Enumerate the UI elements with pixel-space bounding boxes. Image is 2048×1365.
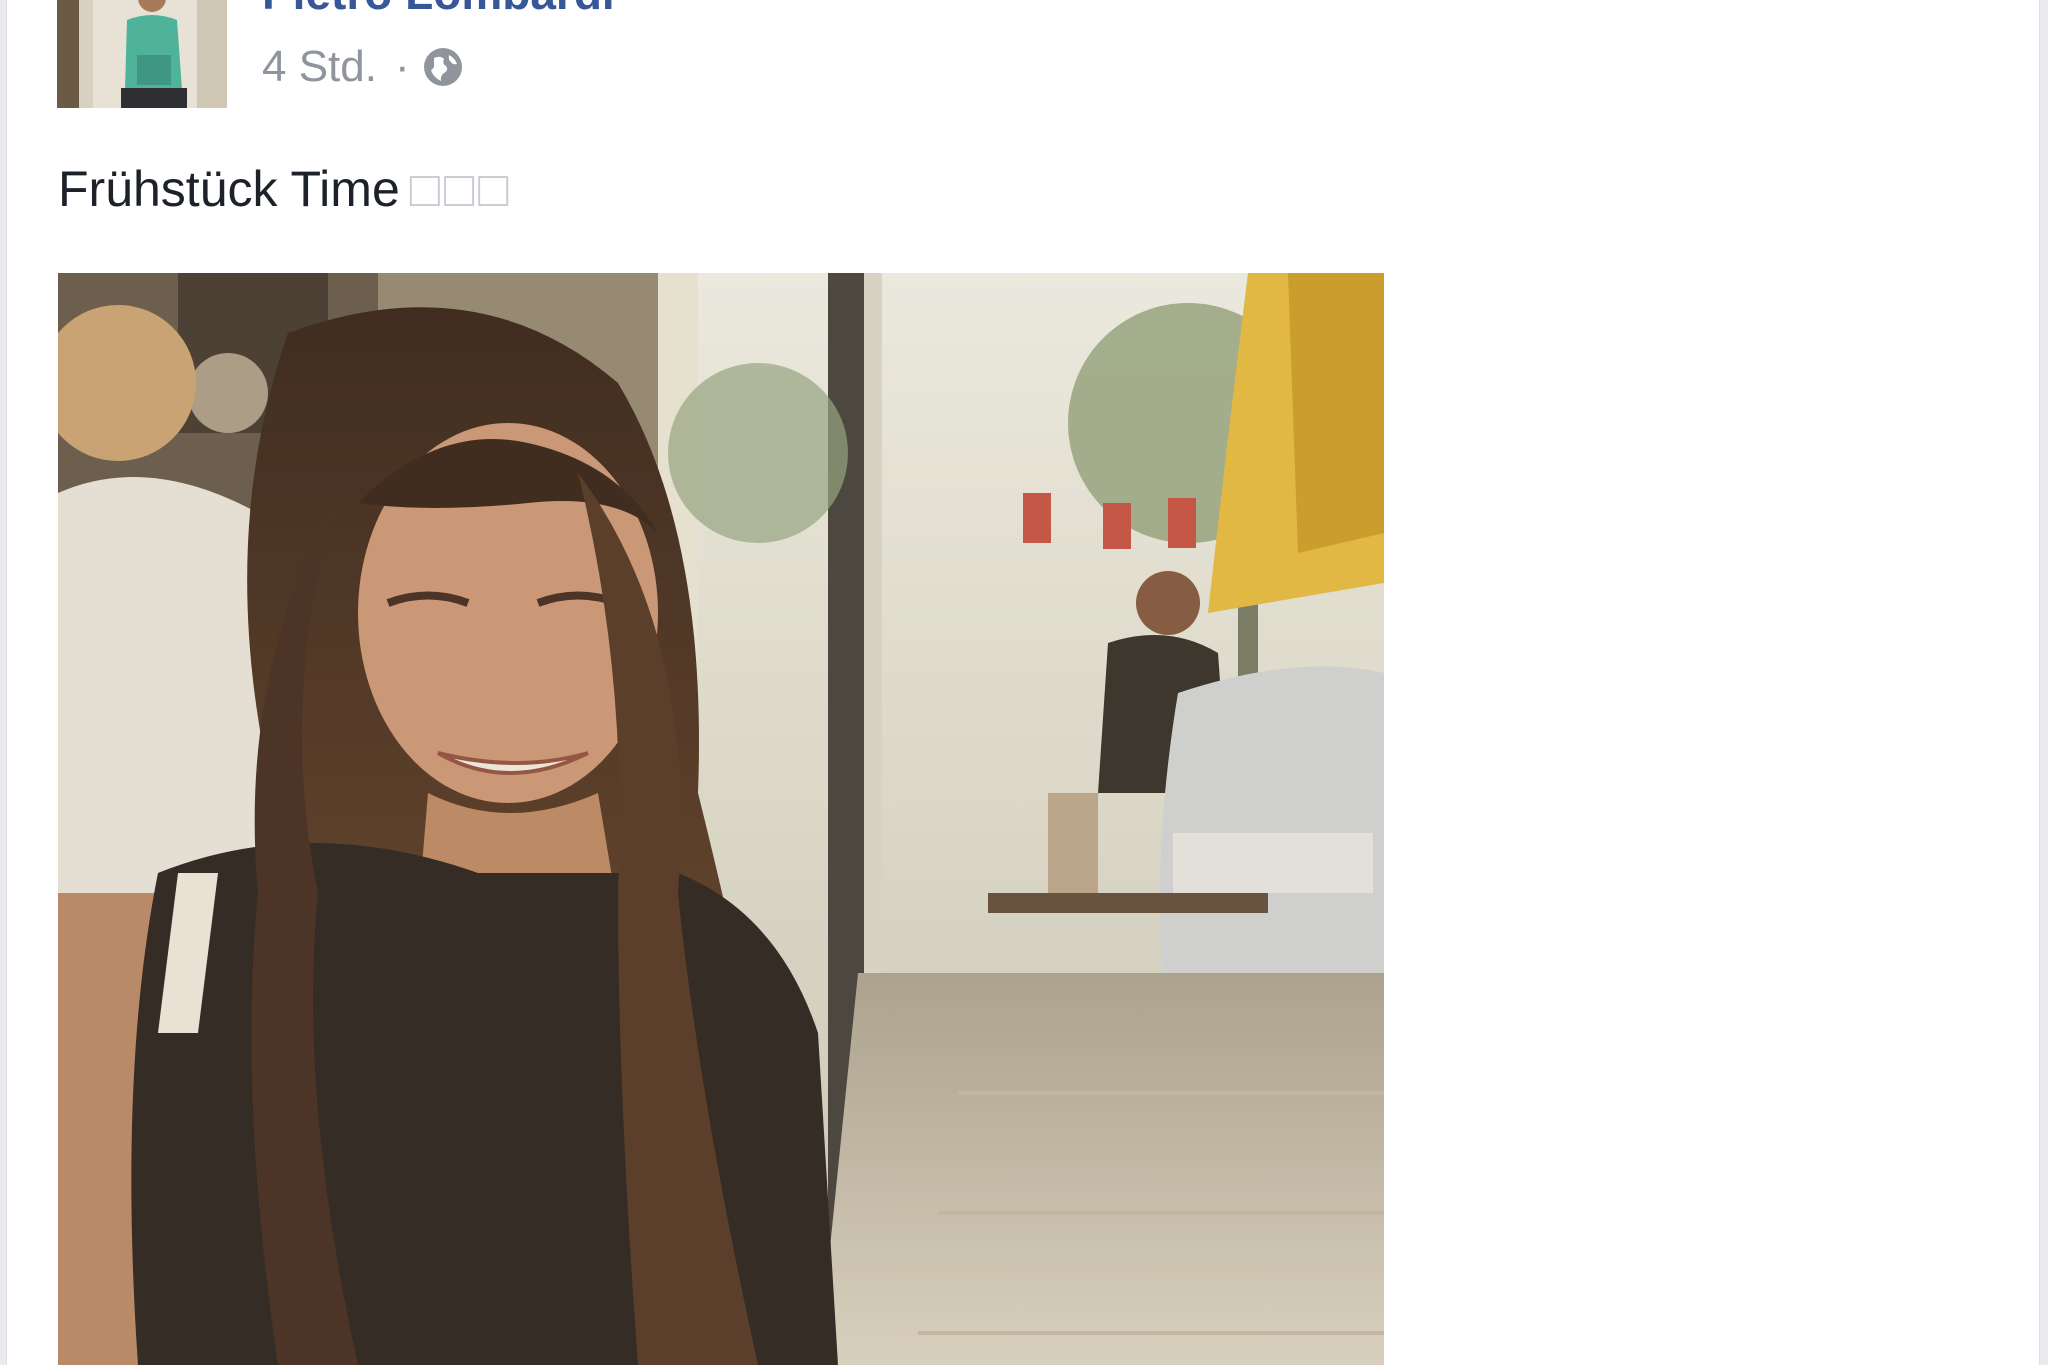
avatar-image	[57, 0, 227, 108]
emoji-placeholder: □□□	[409, 161, 513, 217]
author-avatar[interactable]	[57, 0, 227, 108]
meta-separator: ·	[394, 42, 410, 91]
post-message-text: Frühstück Time	[58, 161, 400, 217]
author-name-link[interactable]: Pietro Lombardi	[262, 0, 615, 20]
globe-icon[interactable]	[422, 46, 464, 88]
post-message: Frühstück Time □□□	[58, 160, 512, 218]
post-meta: 4 Std. ·	[262, 42, 464, 92]
post-timestamp[interactable]: 4 Std.	[262, 42, 377, 92]
post-photo-image	[58, 273, 1384, 1365]
post-photo[interactable]	[58, 273, 1384, 1365]
post-card: Pietro Lombardi 4 Std. · Frühstück Time□…	[6, 0, 2040, 1365]
